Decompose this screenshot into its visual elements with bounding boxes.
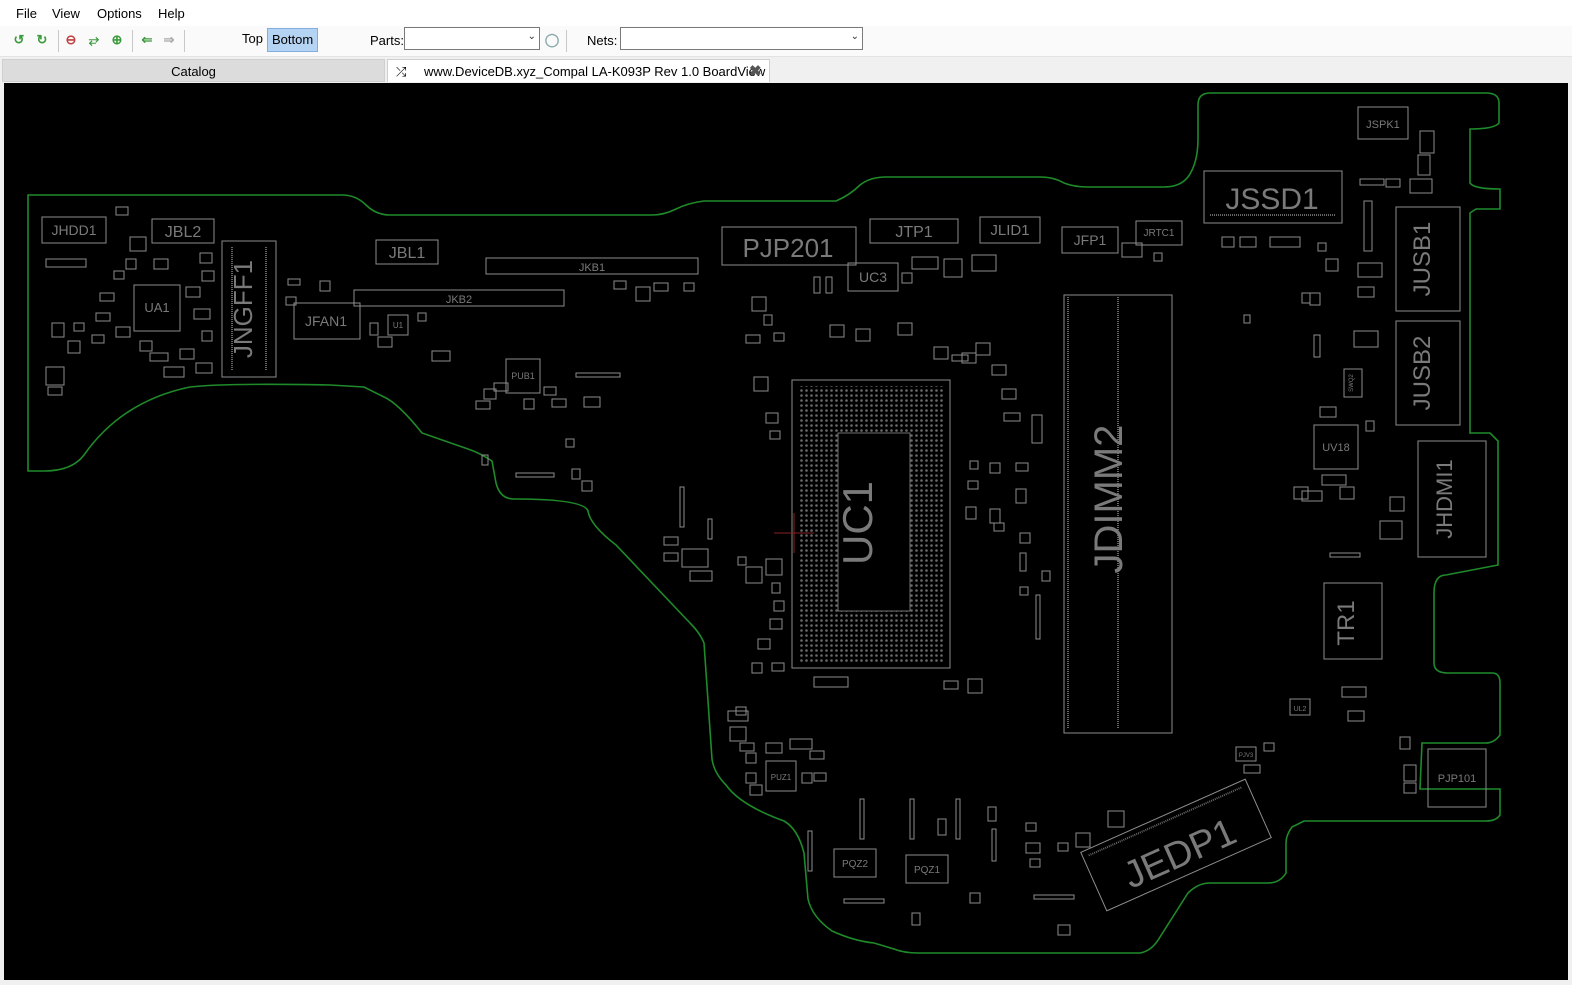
tab-boardview-label: www.DeviceDB.xyz_Compal LA-K093P Rev 1.0… [424,64,766,79]
label-pqz1: PQZ1 [914,865,941,876]
label-pjv3: PJV3 [1239,753,1254,759]
tab-boardview[interactable]: ⤮ www.DeviceDB.xyz_Compal LA-K093P Rev 1… [387,59,770,82]
toolbar-separator [132,30,133,52]
menu-file[interactable]: File [16,6,37,21]
lightbulb-icon[interactable]: ◯ [543,31,561,49]
tab-catalog[interactable]: Catalog [2,59,385,82]
label-jhdd1: JHDD1 [51,222,96,238]
label-ul2: UL2 [1294,706,1307,713]
label-jbl1: JBL1 [389,245,426,262]
label-jssd1: JSSD1 [1225,183,1318,216]
top-layer-button[interactable]: Top [238,28,267,50]
toolbar-separator [566,30,567,52]
bottom-layer-button[interactable]: Bottom [267,28,319,52]
zoom-fit-icon[interactable]: ⥂ [85,31,103,49]
label-pqz2: PQZ2 [842,859,869,870]
zoom-in-icon[interactable]: ⊕ [108,31,126,49]
forward-arrow-icon[interactable]: ⇒ [160,31,178,49]
board-svg: UC1 JDIMM2 JSSD1 JEDP1 PJP201 JUSB1 JUSB… [27,92,1501,954]
label-jkb2: JKB2 [446,294,472,306]
rotate-right-icon[interactable]: ↻ [33,31,51,49]
label-jfp1: JFP1 [1074,232,1107,248]
board-outline [27,92,1501,954]
close-icon[interactable]: ✖ [749,60,762,83]
tab-bar: Catalog ⤮ www.DeviceDB.xyz_Compal LA-K09… [0,57,1572,83]
label-tr1: TR1 [1333,600,1360,645]
toolbar-separator [58,30,59,52]
label-jrtc1: JRTC1 [1144,228,1175,239]
label-puz1: PUZ1 [771,773,792,782]
label-jngff1: JNGFF1 [228,260,258,358]
label-jtp1: JTP1 [895,224,932,241]
label-u1: U1 [393,321,404,330]
shuffle-icon: ⤮ [396,64,407,79]
label-swq2: SWQ2 [1349,374,1355,392]
label-ua1: UA1 [144,300,169,315]
label-uc3: UC3 [859,269,887,285]
rotate-left-icon[interactable]: ↺ [10,31,28,49]
label-jfan1: JFAN1 [305,313,347,329]
label-jspk1: JSPK1 [1366,119,1400,131]
menu-help[interactable]: Help [158,6,185,21]
chevron-down-icon: ⌄ [527,31,536,42]
menu-bar: File View Options Help [0,0,1572,26]
label-uv18: UV18 [1322,442,1350,454]
label-jusb1: JUSB1 [1409,222,1436,297]
board-canvas[interactable]: UC1 JDIMM2 JSSD1 JEDP1 PJP201 JUSB1 JUSB… [4,83,1568,980]
label-jlid1: JLID1 [990,222,1029,239]
label-jdimm2: JDIMM2 [1087,425,1131,574]
label-jhdmi1: JHDMI1 [1432,459,1457,538]
chevron-down-icon: ⌄ [850,31,859,42]
label-jedp1: JEDP1 [1117,811,1242,897]
menu-options[interactable]: Options [97,6,142,21]
nets-label: Nets: [587,33,618,48]
menu-view[interactable]: View [52,6,80,21]
zoom-out-icon[interactable]: ⊖ [62,31,80,49]
label-jkb1: JKB1 [579,262,605,274]
label-pjp101: PJP101 [1438,773,1477,785]
label-jusb2: JUSB2 [1409,336,1436,411]
label-pjp201: PJP201 [742,233,833,263]
label-pub1: PUB1 [511,371,535,381]
label-uc1: UC1 [834,481,881,565]
nets-combobox[interactable]: ⌄ [620,27,863,50]
toolbar: ↺ ↻ ⊖ ⥂ ⊕ ⇐ ⇒ Top Bottom Parts: ⌄ ◯ Nets… [0,26,1572,57]
label-jbl2: JBL2 [165,224,202,241]
parts-label: Parts: [370,33,404,48]
toolbar-separator [184,30,185,52]
back-arrow-icon[interactable]: ⇐ [138,31,156,49]
parts-combobox[interactable]: ⌄ [404,27,540,50]
